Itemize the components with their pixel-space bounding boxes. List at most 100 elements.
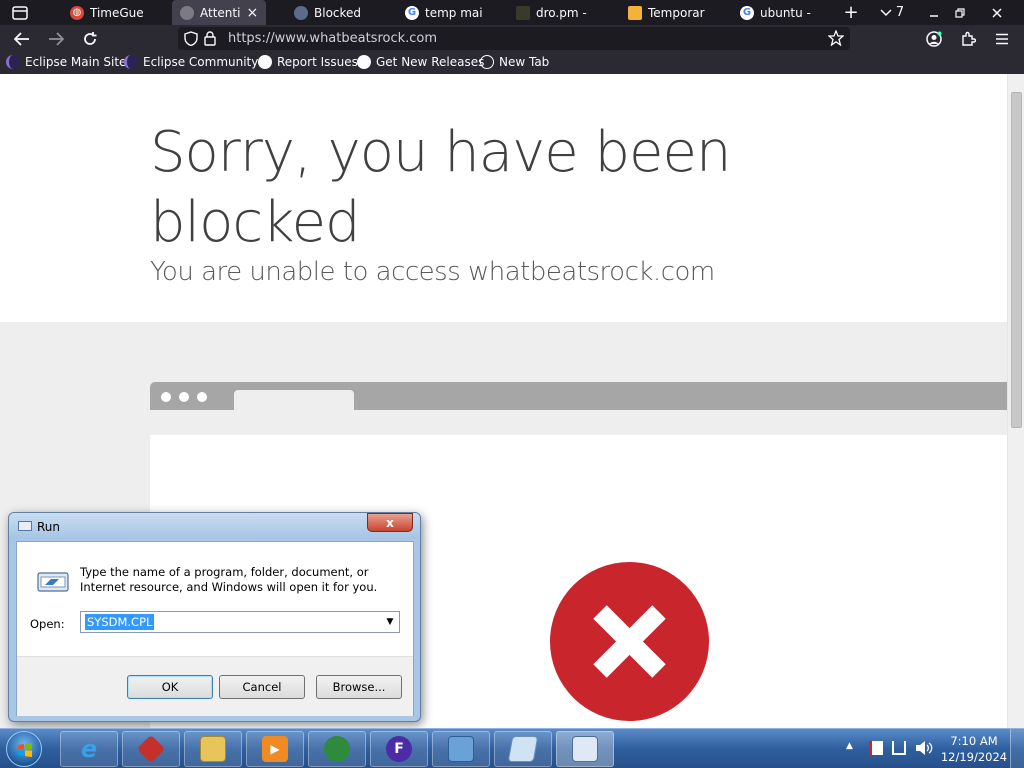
- control-panel-icon: [448, 736, 474, 762]
- reload-icon: [84, 31, 97, 45]
- restore-button[interactable]: [948, 0, 972, 25]
- back-arrow-icon: [14, 31, 29, 46]
- bookmark-eclipse-community[interactable]: Eclipse Community: [124, 55, 258, 69]
- tab-temp-mail[interactable]: G temp mai: [397, 0, 482, 25]
- dialog-title: Run: [37, 520, 61, 534]
- address-bar[interactable]: https://www.whatbeatsrock.com: [178, 27, 850, 50]
- forward-arrow-icon: [49, 31, 64, 46]
- hamburger-menu-icon: [996, 33, 1008, 44]
- bookmark-star-icon[interactable]: [828, 30, 844, 46]
- blocked-error-icon: [550, 562, 709, 721]
- puzzle-icon: [962, 31, 976, 46]
- open-combobox[interactable]: SYSDM.CPL ▼: [80, 611, 400, 633]
- run-program-icon: [37, 572, 69, 592]
- dialog-close-button[interactable]: x: [367, 513, 413, 532]
- url-text[interactable]: https://www.whatbeatsrock.com: [228, 31, 437, 46]
- bookmark-new-tab[interactable]: New Tab: [480, 55, 549, 69]
- tab-attention[interactable]: Attenti ×: [172, 0, 266, 25]
- eclipse-icon: [6, 55, 20, 69]
- open-label: Open:: [30, 617, 65, 631]
- scrollbar-thumb[interactable]: [1011, 92, 1022, 428]
- eclipse-icon: [124, 55, 138, 69]
- media-player-icon: ▶: [262, 736, 288, 762]
- browse-button[interactable]: Browse...: [316, 675, 402, 699]
- bookmark-label: New Tab: [499, 55, 550, 69]
- taskbar-control-panel[interactable]: [432, 731, 490, 767]
- taskbar-network-app[interactable]: [308, 731, 366, 767]
- tab-title: ubuntu -: [760, 5, 811, 20]
- menu-button[interactable]: [990, 27, 1014, 50]
- start-button[interactable]: [6, 731, 42, 767]
- show-hidden-icons-arrow[interactable]: ▲: [846, 741, 853, 751]
- tab-blocked[interactable]: Blocked: [286, 0, 376, 25]
- page-scrollbar[interactable]: [1007, 74, 1024, 728]
- clock-time: 7:10 AM: [950, 734, 998, 748]
- bookmark-label: Report Issues: [277, 55, 358, 69]
- windows-logo-icon: [18, 743, 32, 757]
- tab-timeguessr[interactable]: ◍ TimeGues: [62, 0, 144, 25]
- taskbar-internet-explorer[interactable]: e: [60, 731, 118, 767]
- tab-title: Blocked: [314, 5, 362, 20]
- bookmark-label: Eclipse Community: [143, 55, 259, 69]
- clock[interactable]: 7:10 AM 12/19/2024: [939, 733, 1009, 765]
- tab-temporary[interactable]: Temporar: [620, 0, 710, 25]
- globe-icon: [480, 55, 494, 69]
- account-button[interactable]: [922, 27, 946, 50]
- network-icon[interactable]: [892, 741, 906, 755]
- globe-icon: [294, 5, 308, 20]
- illustration-dot: [161, 392, 171, 402]
- f-app-icon: F: [386, 736, 412, 762]
- bookmark-eclipse-main-site[interactable]: Eclipse Main Site: [6, 55, 126, 69]
- windows-taskbar: e ▶ F ▲ 7:10 AM 12/19/2024: [0, 728, 1024, 768]
- globe-icon: ◍: [70, 5, 84, 20]
- illustration-dot: [197, 392, 207, 402]
- minimize-icon: [930, 14, 938, 17]
- dialog-titlebar[interactable]: Run x: [9, 513, 420, 539]
- google-icon: G: [740, 5, 754, 20]
- globe-icon: [324, 736, 350, 762]
- tab-title: Attenti: [200, 5, 241, 20]
- taskbar-notepad[interactable]: [494, 731, 552, 767]
- notepad-icon: [507, 736, 539, 762]
- run-window-icon: [18, 521, 32, 531]
- taskbar-app-red-box[interactable]: [122, 731, 180, 767]
- tab-title: dro.pm -: [536, 5, 587, 20]
- cancel-button[interactable]: Cancel: [219, 675, 305, 699]
- system-tray: ▲ 7:10 AM 12/19/2024: [843, 729, 1024, 768]
- reload-button[interactable]: [78, 27, 102, 50]
- lock-icon[interactable]: [204, 31, 216, 46]
- bookmark-report-issues[interactable]: Report Issues: [258, 55, 358, 69]
- taskbar-media-player[interactable]: ▶: [246, 731, 304, 767]
- back-button[interactable]: [10, 27, 34, 50]
- new-tab-button[interactable]: +: [840, 0, 862, 25]
- close-window-button[interactable]: [985, 0, 1009, 25]
- folder-icon: [200, 736, 226, 762]
- tab-dro-pm[interactable]: dro.pm -: [508, 0, 593, 25]
- taskbar-file-explorer[interactable]: [184, 731, 242, 767]
- tab-ubuntu[interactable]: G ubuntu -: [732, 0, 817, 25]
- run-dialog: Run x Type the name of a program, folder…: [8, 512, 421, 722]
- folder-icon: [628, 5, 642, 20]
- open-input-value[interactable]: SYSDM.CPL: [85, 614, 155, 630]
- ok-button[interactable]: OK: [127, 675, 213, 699]
- forward-button[interactable]: [44, 27, 68, 50]
- volume-icon[interactable]: [915, 740, 933, 756]
- tab-manager-icon[interactable]: [8, 0, 32, 25]
- dialog-body: Type the name of a program, folder, docu…: [16, 541, 414, 716]
- shield-icon[interactable]: [184, 31, 198, 46]
- page-title: Sorry, you have been blocked: [150, 120, 731, 255]
- extensions-button[interactable]: [956, 27, 980, 50]
- minimize-button[interactable]: [922, 0, 946, 25]
- taskbar-f-app[interactable]: F: [370, 731, 428, 767]
- tab-title: temp mai: [425, 5, 482, 20]
- browser-illustration-tab: [234, 390, 354, 410]
- taskbar-run-dialog[interactable]: [556, 731, 614, 767]
- list-all-tabs-button[interactable]: 7: [874, 0, 910, 25]
- google-icon: G: [405, 5, 419, 20]
- bookmark-label: Eclipse Main Site: [25, 55, 127, 69]
- action-center-flag-icon[interactable]: [869, 741, 883, 755]
- dropdown-arrow-icon[interactable]: ▼: [381, 612, 399, 632]
- close-tab-icon[interactable]: ×: [246, 5, 258, 21]
- bookmark-get-new-releases[interactable]: Get New Releases: [357, 55, 484, 69]
- show-desktop-button[interactable]: [1010, 729, 1024, 768]
